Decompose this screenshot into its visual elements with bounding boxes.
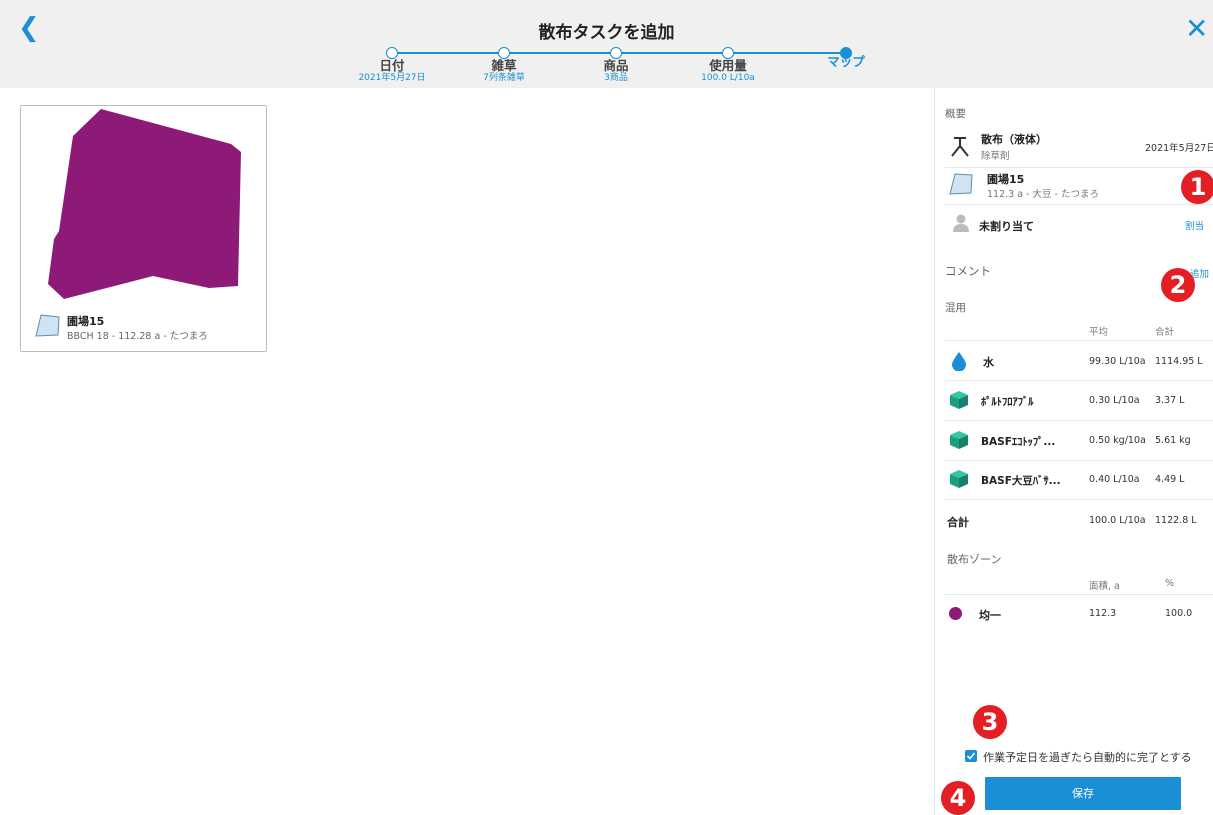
mix-name: BASF大豆ﾊﾞｻ... xyxy=(981,475,1061,487)
mix-avg: 0.50 kg/10a xyxy=(1089,435,1146,446)
divider xyxy=(945,594,1213,595)
divider xyxy=(945,499,1213,500)
col-total: 合計 xyxy=(1155,327,1175,338)
field-shape-icon xyxy=(949,173,973,195)
mix-total: 5.61 kg xyxy=(1155,435,1191,446)
mix-total: 1114.95 L xyxy=(1155,356,1203,367)
col-avg: 平均 xyxy=(1089,327,1109,338)
close-icon[interactable]: ✕ xyxy=(1185,14,1211,44)
step-label: 雑草 xyxy=(491,58,517,73)
step-label: 商品 xyxy=(603,58,629,73)
overview-title: 概要 xyxy=(945,108,966,120)
step-dot xyxy=(610,47,622,59)
mix-total: 3.37 L xyxy=(1155,395,1185,406)
field-meta: 112.3 a - 大豆 - たつまろ xyxy=(987,189,1099,200)
step-rate[interactable]: 使用量 100.0 L/10a xyxy=(678,46,778,84)
step-sub: 7列条雑草 xyxy=(483,73,525,83)
zone-color-dot xyxy=(949,607,962,620)
step-label: 日付 xyxy=(379,58,405,73)
mix-name: BASFｴｺﾄｯﾌﾟ... xyxy=(981,436,1056,448)
divider xyxy=(945,204,1213,205)
zone-pct: 100.0 xyxy=(1165,608,1193,619)
field-meta: BBCH 18 - 112.28 a - たつまろ xyxy=(67,331,208,342)
field-name: 圃場15 xyxy=(987,173,1025,186)
step-date[interactable]: 日付 2021年5月27日 xyxy=(342,46,442,84)
assignee: 未割り当て xyxy=(979,220,1034,233)
save-button[interactable]: 保存 xyxy=(985,777,1181,810)
mix-name: ﾎﾟﾙﾄﾌﾛｱﾌﾞﾙ xyxy=(981,396,1034,408)
step-products[interactable]: 商品 3商品 xyxy=(566,46,666,84)
top-header: ❮ 散布タスクを追加 ✕ 日付 2021年5月27日 雑草 7列条雑草 商品 3… xyxy=(0,0,1213,88)
mix-avg: 0.30 L/10a xyxy=(1089,395,1140,406)
comment-title: コメント xyxy=(945,264,991,278)
mix-total: 4.49 L xyxy=(1155,474,1185,485)
product-cube-icon xyxy=(950,431,968,449)
mix-name: 水 xyxy=(983,356,994,369)
col-area: 面積, a xyxy=(1089,581,1120,592)
sprayer-icon xyxy=(951,137,969,157)
annotation-badge-3: 3 xyxy=(973,705,1007,739)
water-drop-icon xyxy=(952,352,966,371)
zone-area: 112.3 xyxy=(1089,608,1117,619)
step-label: 使用量 xyxy=(709,58,747,73)
product-cube-icon xyxy=(950,470,968,488)
divider xyxy=(945,380,1213,381)
zone-name: 均一 xyxy=(979,609,1001,622)
annotation-badge-1: 1 xyxy=(1181,170,1213,204)
field-polygon xyxy=(48,109,241,299)
step-weeds[interactable]: 雑草 7列条雑草 xyxy=(454,46,554,84)
field-map xyxy=(48,109,241,299)
checkmark-icon xyxy=(966,752,976,760)
divider xyxy=(945,460,1213,461)
product-cube-icon xyxy=(950,391,968,409)
spray-type: 散布（液体） xyxy=(981,133,1047,146)
total-avg: 100.0 L/10a xyxy=(1089,515,1146,526)
page-title: 散布タスクを追加 xyxy=(538,23,675,43)
col-pct: % xyxy=(1165,578,1175,589)
step-map[interactable]: マップ xyxy=(796,46,896,69)
step-sub: 2021年5月27日 xyxy=(358,73,426,83)
step-dot xyxy=(498,47,510,59)
mix-avg: 99.30 L/10a xyxy=(1089,356,1146,367)
auto-complete-label[interactable]: 作業予定日を過ぎたら自動的に完了とする xyxy=(983,749,1192,765)
step-sub: 100.0 L/10a xyxy=(701,73,755,83)
step-sub: 3商品 xyxy=(604,73,628,83)
step-dot xyxy=(722,47,734,59)
mix-avg: 0.40 L/10a xyxy=(1089,474,1140,485)
field-shape-icon xyxy=(35,314,60,337)
total-sum: 1122.8 L xyxy=(1155,515,1197,526)
step-progress: 日付 2021年5月27日 雑草 7列条雑草 商品 3商品 使用量 100.0 … xyxy=(340,46,900,88)
zone-title: 散布ゾーン xyxy=(947,553,1002,566)
auto-complete-checkbox[interactable] xyxy=(965,750,977,762)
step-dot-active xyxy=(840,47,852,59)
annotation-badge-4: 4 xyxy=(941,781,975,815)
annotation-badge-2: 2 xyxy=(1161,268,1195,302)
user-icon xyxy=(953,214,969,232)
spray-sub: 除草剤 xyxy=(981,151,1010,162)
assign-link[interactable]: 割当 xyxy=(1185,218,1204,232)
summary-panel: 概要 散布（液体） 除草剤 2021年5月27日 圃場15 112.3 a - … xyxy=(934,88,1213,815)
divider xyxy=(945,167,1213,168)
spray-date: 2021年5月27日 xyxy=(1145,143,1213,154)
divider xyxy=(945,420,1213,421)
field-info: 圃場15 BBCH 18 - 112.28 a - たつまろ xyxy=(35,313,208,343)
total-label: 合計 xyxy=(947,516,969,529)
field-card[interactable]: 圃場15 BBCH 18 - 112.28 a - たつまろ xyxy=(20,105,267,352)
step-dot xyxy=(386,47,398,59)
field-name: 圃場15 xyxy=(67,315,105,328)
divider xyxy=(945,340,1213,341)
mix-title: 混用 xyxy=(945,302,966,314)
